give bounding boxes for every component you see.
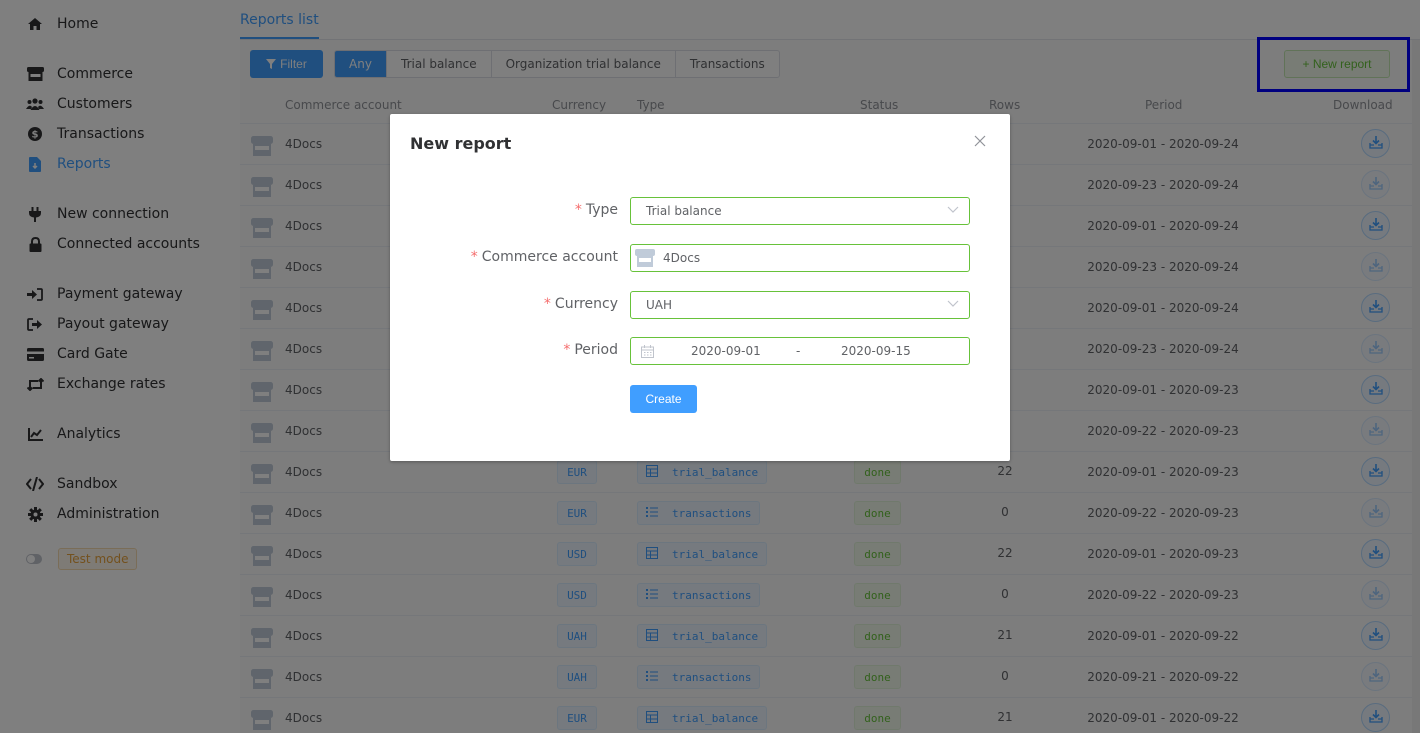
new-report-dialog: New report * Type Trial balance * Commerce… <box>390 114 1010 461</box>
type-label: * Type <box>574 202 618 218</box>
form-row-type: * Type Trial balance <box>390 197 1010 225</box>
period-range-picker[interactable]: 2020-09-01 - 2020-09-15 <box>630 337 970 365</box>
type-select[interactable]: Trial balance <box>630 197 970 225</box>
type-value: Trial balance <box>646 204 722 218</box>
dialog-title: New report <box>410 134 512 153</box>
create-button[interactable]: Create <box>630 385 697 413</box>
form-row-period: * Period 2020-09-01 - 2020-09-15 <box>390 337 1010 365</box>
period-end-input[interactable]: 2020-09-15 <box>841 344 911 358</box>
currency-label: * Currency <box>543 296 618 312</box>
form-row-currency: * Currency UAH <box>390 291 1010 319</box>
chevron-down-icon <box>947 300 959 307</box>
form-row-account: * Commerce account 4Docs <box>390 244 1010 272</box>
account-label: * Commerce account <box>470 249 618 265</box>
period-label: * Period <box>563 342 618 358</box>
store-icon <box>635 249 655 267</box>
account-select[interactable]: 4Docs <box>630 244 970 272</box>
period-start-input[interactable]: 2020-09-01 <box>691 344 761 358</box>
close-icon[interactable] <box>974 132 990 148</box>
chevron-down-icon <box>947 206 959 213</box>
calendar-icon <box>641 345 654 358</box>
account-value: 4Docs <box>663 251 701 265</box>
period-separator: - <box>796 344 801 358</box>
currency-select[interactable]: UAH <box>630 291 970 319</box>
currency-value: UAH <box>646 298 673 312</box>
